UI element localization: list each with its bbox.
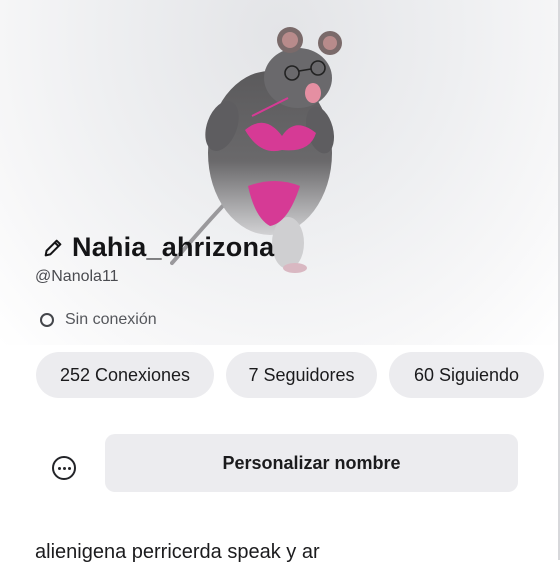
username: @Nanola11 (35, 268, 119, 285)
customize-name-button[interactable]: Personalizar nombre (105, 434, 518, 492)
more-dot (67, 466, 71, 470)
more-dot (57, 466, 61, 470)
followers-button[interactable]: 7 Seguidores (226, 352, 377, 398)
connections-button[interactable]: 252 Conexiones (36, 352, 214, 398)
status-row: Sin conexión (40, 311, 157, 329)
following-button[interactable]: 60 Siguiendo (389, 352, 544, 398)
more-dot (62, 466, 66, 470)
status-label: Sin conexión (65, 311, 157, 328)
bio-text: alienigena perricerda speak y ar (35, 541, 320, 563)
more-options-icon[interactable] (52, 456, 76, 480)
offline-status-icon (40, 313, 54, 327)
display-name: Nahia_ahrizona (72, 232, 275, 262)
display-name-row[interactable]: Nahia_ahrizona (42, 232, 274, 263)
pencil-icon[interactable] (42, 237, 64, 259)
